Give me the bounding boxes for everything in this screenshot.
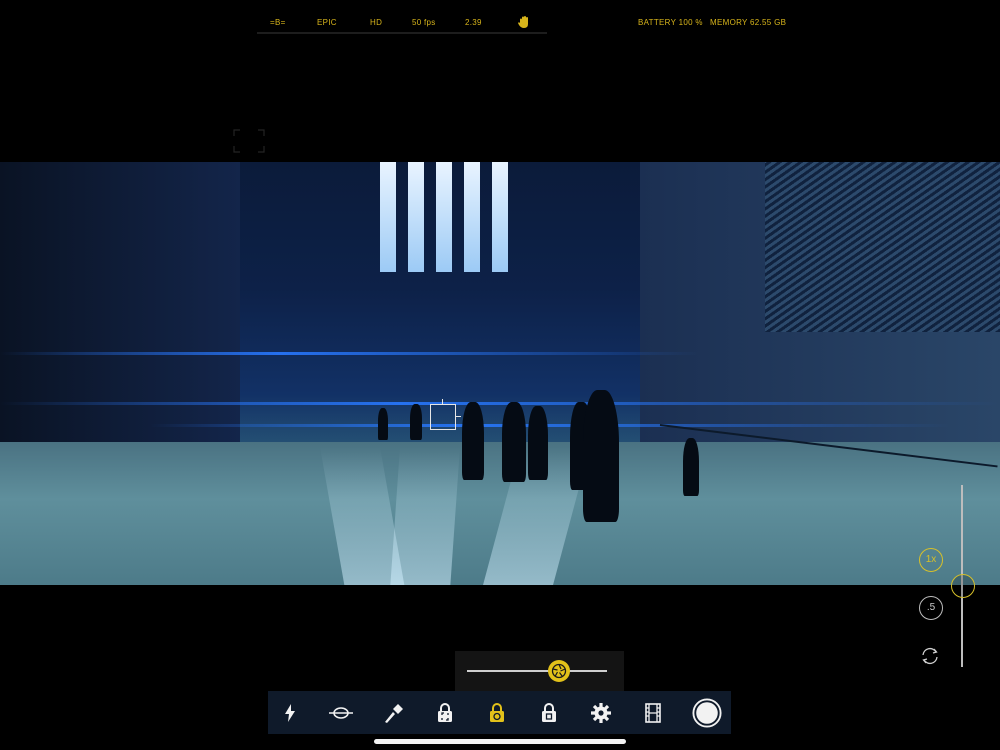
exposure-slider-handle[interactable] xyxy=(548,660,570,682)
lens-flare xyxy=(0,352,700,355)
film-icon xyxy=(645,702,661,723)
memory-indicator: MEMORY 62.55 GB xyxy=(710,18,787,27)
faint-focus-icon xyxy=(233,129,265,153)
status-bar: =B= EPIC HD 50 fps 2.39 BATTERY 100 % ME… xyxy=(0,14,1000,34)
home-indicator[interactable] xyxy=(374,739,626,744)
person-silhouette xyxy=(528,406,548,480)
focus-lock-button[interactable] xyxy=(423,691,467,734)
quality-indicator[interactable]: EPIC xyxy=(317,18,337,27)
exposure-lock-button[interactable] xyxy=(475,691,519,734)
aspect-ratio-indicator[interactable]: 2.39 xyxy=(465,18,482,27)
record-button[interactable] xyxy=(685,691,729,734)
codec-indicator[interactable]: =B= xyxy=(270,18,286,27)
lens-adapter-icon xyxy=(329,706,353,719)
person-silhouette xyxy=(583,390,619,522)
settings-button[interactable] xyxy=(579,691,623,734)
exposure-slider-track[interactable] xyxy=(467,670,607,672)
person-silhouette xyxy=(462,402,484,480)
white-balance-lock-button[interactable] xyxy=(527,691,571,734)
torch-button[interactable] xyxy=(371,691,415,734)
battery-indicator: BATTERY 100 % xyxy=(638,18,703,27)
person-silhouette xyxy=(378,408,388,440)
lens-05x-button[interactable]: .5 xyxy=(919,596,943,620)
camera-toolbar xyxy=(268,691,731,734)
media-library-button[interactable] xyxy=(631,691,675,734)
child-silhouette xyxy=(683,438,699,496)
record-icon xyxy=(692,697,722,728)
right-vent-panel xyxy=(765,162,1000,332)
lens-flare xyxy=(0,402,1000,405)
person-silhouette xyxy=(502,402,526,482)
white-balance-lock-icon xyxy=(542,702,556,722)
skylight xyxy=(492,162,508,272)
exposure-slider-panel xyxy=(455,651,624,691)
light-beam xyxy=(390,447,460,585)
lens-1x-button[interactable]: 1x xyxy=(919,548,943,572)
fps-indicator[interactable]: 50 fps xyxy=(412,18,436,27)
stabilization-hand-icon[interactable] xyxy=(517,15,531,29)
zoom-slider-handle[interactable] xyxy=(951,574,975,598)
camera-viewfinder[interactable] xyxy=(0,162,1000,585)
focus-lock-icon xyxy=(438,702,452,722)
skylight xyxy=(380,162,396,272)
focus-reticle[interactable] xyxy=(430,399,461,430)
lens-flare xyxy=(150,424,950,427)
flash-icon xyxy=(285,703,295,722)
settings-icon xyxy=(591,702,611,723)
resolution-indicator[interactable]: HD xyxy=(370,18,382,27)
person-silhouette xyxy=(410,404,422,440)
aperture-icon xyxy=(551,663,567,679)
flash-button[interactable] xyxy=(268,691,312,734)
skylight xyxy=(408,162,424,272)
lens-adapter-button[interactable] xyxy=(319,691,363,734)
status-divider xyxy=(257,32,547,34)
exposure-lock-icon xyxy=(490,702,504,722)
skylight xyxy=(464,162,480,272)
torch-icon xyxy=(385,703,403,723)
skylight xyxy=(436,162,452,272)
flip-camera-icon[interactable] xyxy=(919,645,941,667)
left-wall xyxy=(0,162,240,452)
